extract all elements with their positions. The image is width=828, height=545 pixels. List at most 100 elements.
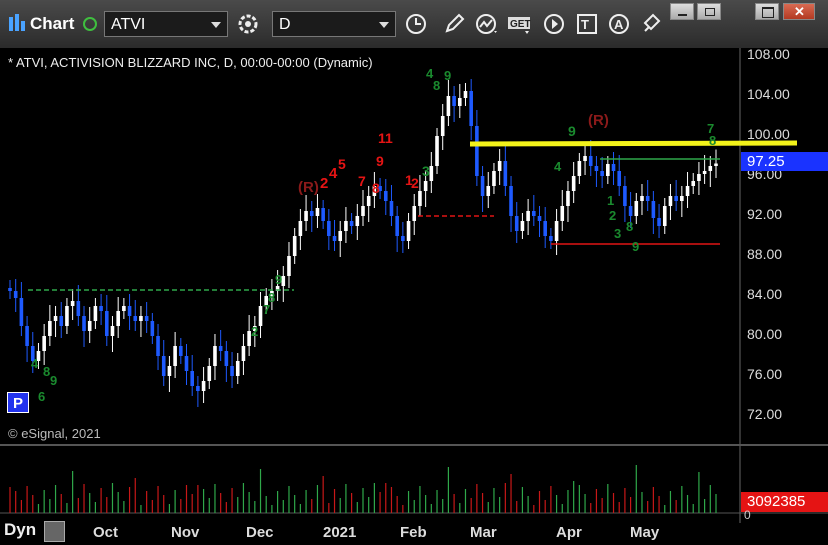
settings-gear-icon[interactable] xyxy=(234,11,262,37)
get-data-icon[interactable]: GET xyxy=(506,11,534,37)
candle-body xyxy=(361,206,365,216)
month-label: Mar xyxy=(470,524,497,541)
lock-toggle-icon[interactable] xyxy=(44,521,65,542)
svg-text:T: T xyxy=(581,17,589,32)
candle-body xyxy=(19,298,24,326)
indicator-icon[interactable] xyxy=(473,11,501,37)
restore-icon[interactable] xyxy=(697,3,721,20)
p-button[interactable]: P xyxy=(7,392,29,413)
month-label: Feb xyxy=(400,524,427,541)
candle-body xyxy=(549,236,553,241)
price-tick-label: 72.00 xyxy=(747,406,783,422)
candle-body xyxy=(48,321,52,336)
price-tick-label: 108.00 xyxy=(747,46,790,62)
price-tick-label: 76.00 xyxy=(747,366,783,382)
text-tool-icon[interactable]: T xyxy=(573,11,601,37)
sequential-count-label: (R) xyxy=(588,112,609,129)
sequential-count-label: 4 xyxy=(554,159,562,174)
candle-body xyxy=(606,164,610,176)
minimize-icon[interactable] xyxy=(670,3,694,20)
pencil-draw-icon[interactable] xyxy=(440,11,468,37)
month-label: Nov xyxy=(171,524,200,541)
candle-body xyxy=(469,91,473,126)
yellow-trendline[interactable] xyxy=(469,140,798,147)
interval-input[interactable]: D xyxy=(272,11,396,37)
sequential-count-label: (R) xyxy=(298,179,319,196)
chevron-down-icon[interactable] xyxy=(379,22,389,28)
clock-icon[interactable] xyxy=(402,11,430,37)
candle-body xyxy=(486,186,491,196)
candle-body xyxy=(520,221,525,231)
svg-text:GET: GET xyxy=(510,19,531,30)
candle-body xyxy=(617,171,622,186)
candle-body xyxy=(196,386,200,391)
candle-body xyxy=(577,161,582,176)
candle-body xyxy=(554,221,559,241)
candle-body xyxy=(657,218,661,226)
chart-toolbar: Chart ATVI D GET T A ✕ xyxy=(0,0,828,49)
candle-body xyxy=(76,301,81,316)
candle-body xyxy=(116,311,120,326)
candle-body xyxy=(298,221,303,236)
sequential-count-label: 3 xyxy=(422,163,430,179)
candle-body xyxy=(127,306,132,316)
candle-body xyxy=(480,176,485,196)
candle-body xyxy=(503,161,508,186)
candle-body xyxy=(42,336,46,351)
sequential-count-label: 9 xyxy=(632,239,639,254)
symbol-value: ATVI xyxy=(111,16,146,33)
sequential-count-label: 3 xyxy=(614,226,621,241)
alert-icon[interactable]: A xyxy=(606,11,634,37)
candle-body xyxy=(230,366,234,376)
candle-body xyxy=(70,301,75,306)
play-icon[interactable] xyxy=(540,11,568,37)
candle-body xyxy=(662,206,667,226)
candle-body xyxy=(475,126,479,176)
candle-body xyxy=(463,91,468,98)
price-tick-label: 80.00 xyxy=(747,326,783,342)
sequential-count-label: 7 xyxy=(263,302,270,317)
candle-body xyxy=(440,116,445,136)
maximize-icon[interactable] xyxy=(755,3,779,20)
sequential-count-label: 1 xyxy=(607,193,614,208)
candle-body xyxy=(218,346,223,351)
candle-body xyxy=(406,221,411,241)
link-status-icon[interactable] xyxy=(83,17,97,31)
candle-body xyxy=(668,196,673,206)
candle-body xyxy=(526,211,530,221)
cursor-tool-icon[interactable] xyxy=(638,11,666,37)
candle-body xyxy=(93,306,98,321)
candle-body xyxy=(315,208,320,216)
dynamic-label[interactable]: Dyn xyxy=(4,520,36,540)
candle-body xyxy=(355,216,360,226)
candle-body xyxy=(292,236,297,256)
interval-value: D xyxy=(279,16,291,33)
candle-body xyxy=(53,316,58,321)
candle-body xyxy=(566,191,570,206)
candle-body xyxy=(144,316,149,321)
candle-body xyxy=(446,96,451,116)
current-volume-label: 3092385 xyxy=(741,492,828,512)
candle-body xyxy=(82,316,86,331)
candle-body xyxy=(423,181,428,191)
candle-body xyxy=(156,336,160,356)
candle-body xyxy=(258,306,263,326)
close-icon[interactable]: ✕ xyxy=(783,3,815,20)
candle-body xyxy=(224,351,229,366)
candle-body xyxy=(412,206,417,221)
candle-body xyxy=(691,181,696,186)
candle-body xyxy=(25,326,29,346)
price-tick-label: 100.00 xyxy=(747,126,790,142)
candle-body xyxy=(395,216,399,236)
symbol-input[interactable]: ATVI xyxy=(104,11,228,37)
candle-body xyxy=(110,326,115,336)
price-chart[interactable]: (R) 24579118 1234899(R)4123 897898724896 xyxy=(0,48,828,545)
candle-body xyxy=(714,163,718,166)
candle-body xyxy=(429,166,434,181)
chevron-down-icon[interactable] xyxy=(211,22,221,28)
price-tick-label: 84.00 xyxy=(747,286,783,302)
volume-zero-label: 0 xyxy=(744,508,751,522)
candle-body xyxy=(309,211,314,216)
candle-body xyxy=(588,156,593,166)
candle-body xyxy=(509,186,513,216)
